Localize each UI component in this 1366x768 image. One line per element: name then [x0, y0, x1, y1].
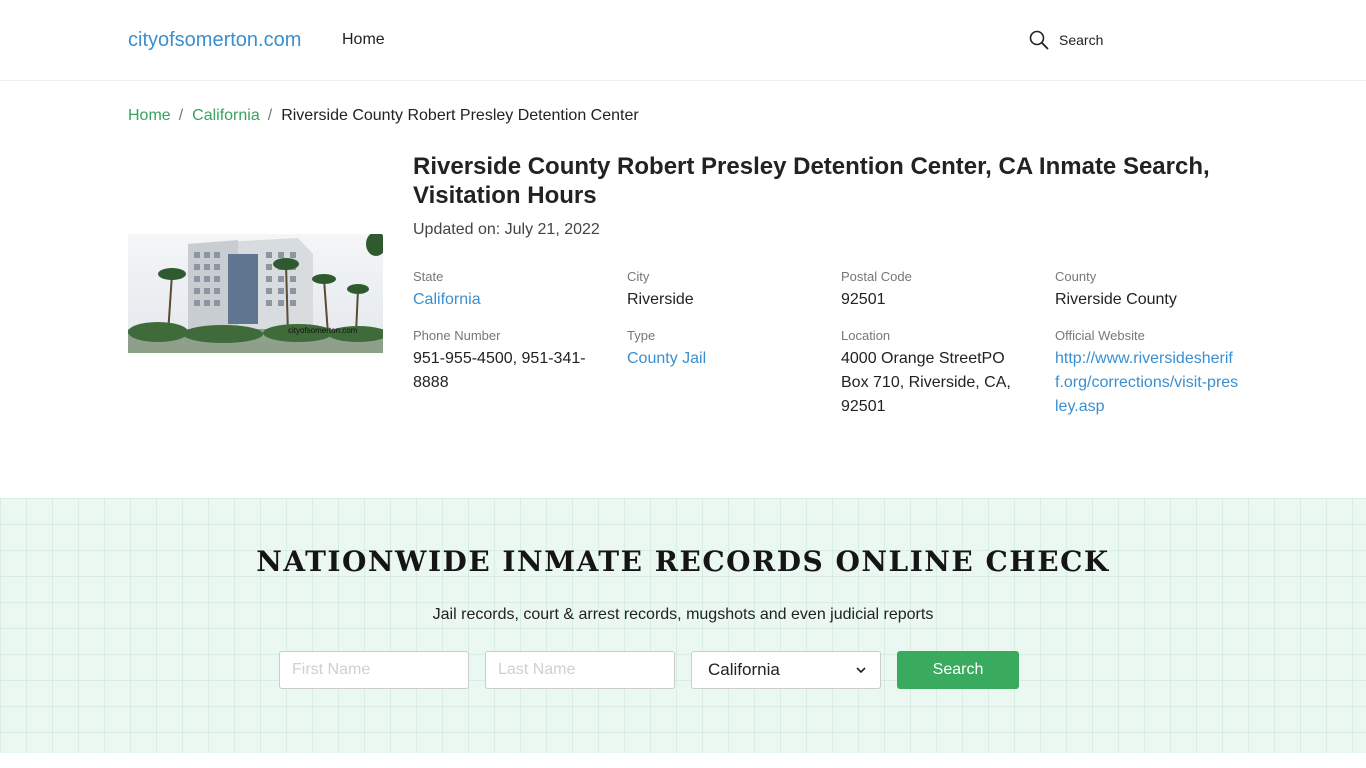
field-value: Riverside	[627, 291, 694, 308]
field-county: County Riverside County	[1055, 269, 1245, 312]
field-label: Type	[627, 328, 656, 343]
header-search-label: Search	[1059, 32, 1104, 48]
field-phone: Phone Number 951-955-4500, 951-341-8888	[413, 328, 598, 395]
field-location: Location 4000 Orange StreetPO Box 710, R…	[841, 328, 1021, 419]
site-logo[interactable]: cityofsomerton.com	[128, 29, 301, 52]
breadcrumb: Home / California / Riverside County Rob…	[128, 107, 639, 125]
state-select-value: California	[708, 660, 780, 679]
field-value: 4000 Orange StreetPO Box 710, Riverside,…	[841, 350, 1011, 415]
state-select[interactable]: California	[691, 651, 881, 689]
photo-watermark: cityofsomerton.com	[288, 326, 358, 335]
updated-date: Updated on: July 21, 2022	[413, 221, 600, 238]
field-city: City Riverside	[627, 269, 817, 312]
field-state: State California	[413, 269, 603, 312]
breadcrumb-state[interactable]: California	[192, 107, 260, 125]
header-search-button[interactable]: Search	[1029, 30, 1103, 50]
breadcrumb-separator: /	[267, 107, 273, 124]
site-header: cityofsomerton.com Home Search	[0, 0, 1366, 81]
field-label: Postal Code	[841, 269, 912, 284]
page-title: Riverside County Robert Presley Detentio…	[413, 153, 1210, 209]
field-value: Riverside County	[1055, 291, 1177, 308]
field-website: Official Website http://www.riversideshe…	[1055, 328, 1241, 419]
field-type: Type County Jail	[627, 328, 817, 371]
field-label: Official Website	[1055, 328, 1145, 343]
breadcrumb-home[interactable]: Home	[128, 107, 171, 125]
search-icon	[1029, 30, 1049, 50]
facility-photo: cityofsomerton.com	[128, 234, 383, 353]
last-name-input[interactable]	[485, 651, 675, 689]
field-label: State	[413, 269, 444, 284]
official-website-link[interactable]: http://www.riversidesheriff.org/correcti…	[1055, 347, 1241, 419]
type-link[interactable]: County Jail	[627, 347, 817, 371]
section-subtitle: Jail records, court & arrest records, mu…	[432, 606, 934, 623]
search-submit-button[interactable]: Search	[897, 651, 1019, 689]
nav-home-link[interactable]: Home	[342, 31, 385, 49]
first-name-input[interactable]	[279, 651, 469, 689]
field-postal-code: Postal Code 92501	[841, 269, 1031, 312]
field-label: Phone Number	[413, 328, 501, 343]
field-label: City	[627, 269, 650, 284]
chevron-down-icon	[856, 667, 866, 674]
field-value: 951-955-4500, 951-341-8888	[413, 350, 586, 391]
state-link[interactable]: California	[413, 288, 603, 312]
field-label: Location	[841, 328, 891, 343]
field-value: 92501	[841, 291, 886, 308]
section-title: NATIONWIDE INMATE RECORDS ONLINE CHECK	[256, 545, 1110, 578]
inmate-search-section	[0, 498, 1366, 753]
breadcrumb-separator: /	[178, 107, 184, 124]
field-label: County	[1055, 269, 1097, 284]
breadcrumb-current: Riverside County Robert Presley Detentio…	[281, 107, 639, 124]
